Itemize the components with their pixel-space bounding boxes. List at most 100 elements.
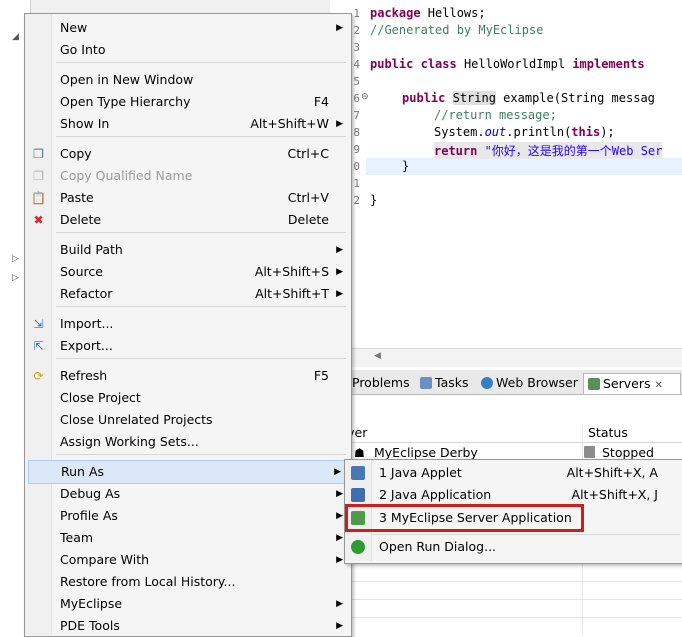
menu-item-compare-with[interactable]: Compare With ▶ [25,549,349,571]
menu-item-label: Close Project [60,390,141,405]
submenu-arrow-icon: ▶ [336,119,343,129]
menu-item-label: Restore from Local History... [60,574,236,589]
menu-separator [56,358,346,359]
servers-table-header: rver Status [330,424,682,443]
menu-item-go-into[interactable]: Go Into [25,39,349,61]
menu-separator [56,136,346,137]
menu-item-shortcut: Ctrl+C [287,146,329,161]
menu-item-debug-as[interactable]: Debug As ▶ [25,483,349,505]
tree-expand-icon[interactable]: ▷ [12,254,19,264]
column-status[interactable]: Status [588,425,628,440]
menu-item-delete[interactable]: ✖ Delete Delete [25,209,349,231]
submenu-item-open-run-dialog[interactable]: Open Run Dialog... [345,536,680,558]
menu-item-label: Team [60,530,94,545]
submenu-item-1-java-applet[interactable]: 1 Java Applet Alt+Shift+X, A [345,462,680,484]
menu-item-copy[interactable]: ❐ Copy Ctrl+C [25,143,349,165]
scroll-left-icon[interactable]: ◀ [374,351,381,361]
import-icon: ⇲ [33,317,44,331]
submenu-arrow-icon: ▶ [336,23,343,33]
submenu-item-shortcut: Alt+Shift+X, A [566,465,658,480]
menu-separator [56,306,346,307]
menu-item-close-unrelated-projects[interactable]: Close Unrelated Projects [25,409,349,431]
code-line-7: //return message; [434,108,557,122]
menu-item-close-project[interactable]: Close Project [25,387,349,409]
current-line-highlight [366,158,682,175]
submenu-arrow-icon: ▶ [336,289,343,299]
tree-expand-icon[interactable]: ▷ [12,273,19,283]
submenu-item-label: 2 Java Application [379,487,492,502]
menu-item-shortcut: Alt+Shift+S [254,264,329,279]
menu-item-open-type-hierarchy[interactable]: Open Type Hierarchy F4 [25,91,349,113]
submenu-item-shortcut: Alt+Shift+X, J [571,487,658,502]
menu-item-label: Profile As [60,508,118,523]
menu-item-restore-from-local-history[interactable]: Restore from Local History... [25,571,349,593]
close-icon[interactable]: ✕ [655,380,663,391]
menu-item-label: Open Type Hierarchy [60,94,191,109]
menu-item-source[interactable]: Source Alt+Shift+S ▶ [25,261,349,283]
menu-item-refresh[interactable]: ⟳ Refresh F5 [25,365,349,387]
menu-item-myeclipse[interactable]: MyEclipse ▶ [25,593,349,615]
menu-item-new[interactable]: New ▶ [25,17,349,39]
menu-item-pde-tools[interactable]: PDE Tools ▶ [25,615,349,637]
menu-item-show-in[interactable]: Show In Alt+Shift+W ▶ [25,113,349,135]
menu-item-export[interactable]: ⇱ Export... [25,335,349,357]
submenu-arrow-icon: ▶ [336,489,343,499]
menu-item-label: Compare With [60,552,150,567]
menu-item-label: Run As [61,464,105,479]
fold-icon[interactable]: ⊖ [361,92,369,102]
tree-collapse-icon[interactable]: ◢ [12,32,19,42]
code-line-10: } [402,159,410,173]
menu-item-shortcut: Alt+Shift+T [255,286,329,301]
horizontal-scrollbar[interactable]: ◀ [330,348,682,367]
submenu-arrow-icon: ▶ [336,533,343,543]
table-gridline [330,617,682,618]
menu-item-refactor[interactable]: Refactor Alt+Shift+T ▶ [25,283,349,305]
code-line-2: //Generated by MyEclipse [370,23,544,37]
menu-item-label: Open in New Window [60,72,194,87]
menu-item-assign-working-sets[interactable]: Assign Working Sets... [25,431,349,453]
server-name: MyEclipse Derby [374,445,478,460]
menu-item-team[interactable]: Team ▶ [25,527,349,549]
table-gridline [330,599,682,600]
menu-item-import[interactable]: ⇲ Import... [25,313,349,335]
menu-separator [372,534,680,535]
code-line-12: } [370,193,378,207]
paste-icon: 📋 [31,191,46,205]
tab-problems[interactable]: Problems [352,373,410,393]
menu-item-label: PDE Tools [60,618,120,633]
menu-item-shortcut: F5 [313,368,329,383]
globe-icon [481,377,493,389]
run-icon [351,540,365,554]
menu-item-paste[interactable]: 📋 Paste Ctrl+V [25,187,349,209]
menu-item-label: Build Path [60,242,123,257]
menu-item-open-in-new-window[interactable]: Open in New Window [25,69,349,91]
menu-item-build-path[interactable]: Build Path ▶ [25,239,349,261]
code-line-1: package Hellows; [370,6,486,20]
tab-web-browser[interactable]: Web Browser [477,373,578,393]
copy-icon: ❐ [33,169,44,183]
annotation-highlight-box [345,504,584,532]
menu-item-label: Go Into [60,42,106,57]
tab-tasks[interactable]: Tasks [416,373,469,393]
menu-item-profile-as[interactable]: Profile As ▶ [25,505,349,527]
menu-separator [56,232,346,233]
submenu-item-2-java-application[interactable]: 2 Java Application Alt+Shift+X, J [345,484,680,506]
menu-separator [56,454,346,455]
java-applet-icon [351,466,365,480]
servers-icon [588,378,600,390]
submenu-arrow-icon: ▶ [334,467,341,477]
export-icon: ⇱ [33,339,44,353]
code-line-4: public class HelloWorldImpl implements [370,57,645,71]
menu-separator [56,62,346,63]
menu-item-shortcut: F4 [313,94,329,109]
code-line-9: return "你好，这是我的第一个Web Ser [434,142,663,159]
tab-servers[interactable]: Servers ✕ [583,373,681,394]
menu-item-run-as[interactable]: Run As ▶ [28,460,348,484]
derby-server-icon: ☗ [354,446,365,460]
server-status: Stopped [602,445,654,460]
menu-item-label: Copy [60,146,92,161]
submenu-item-label: 1 Java Applet [379,465,462,480]
submenu-arrow-icon: ▶ [336,599,343,609]
menu-item-label: Refactor [60,286,113,301]
menu-item-copy-qualified-name[interactable]: ❐ Copy Qualified Name [25,165,349,187]
